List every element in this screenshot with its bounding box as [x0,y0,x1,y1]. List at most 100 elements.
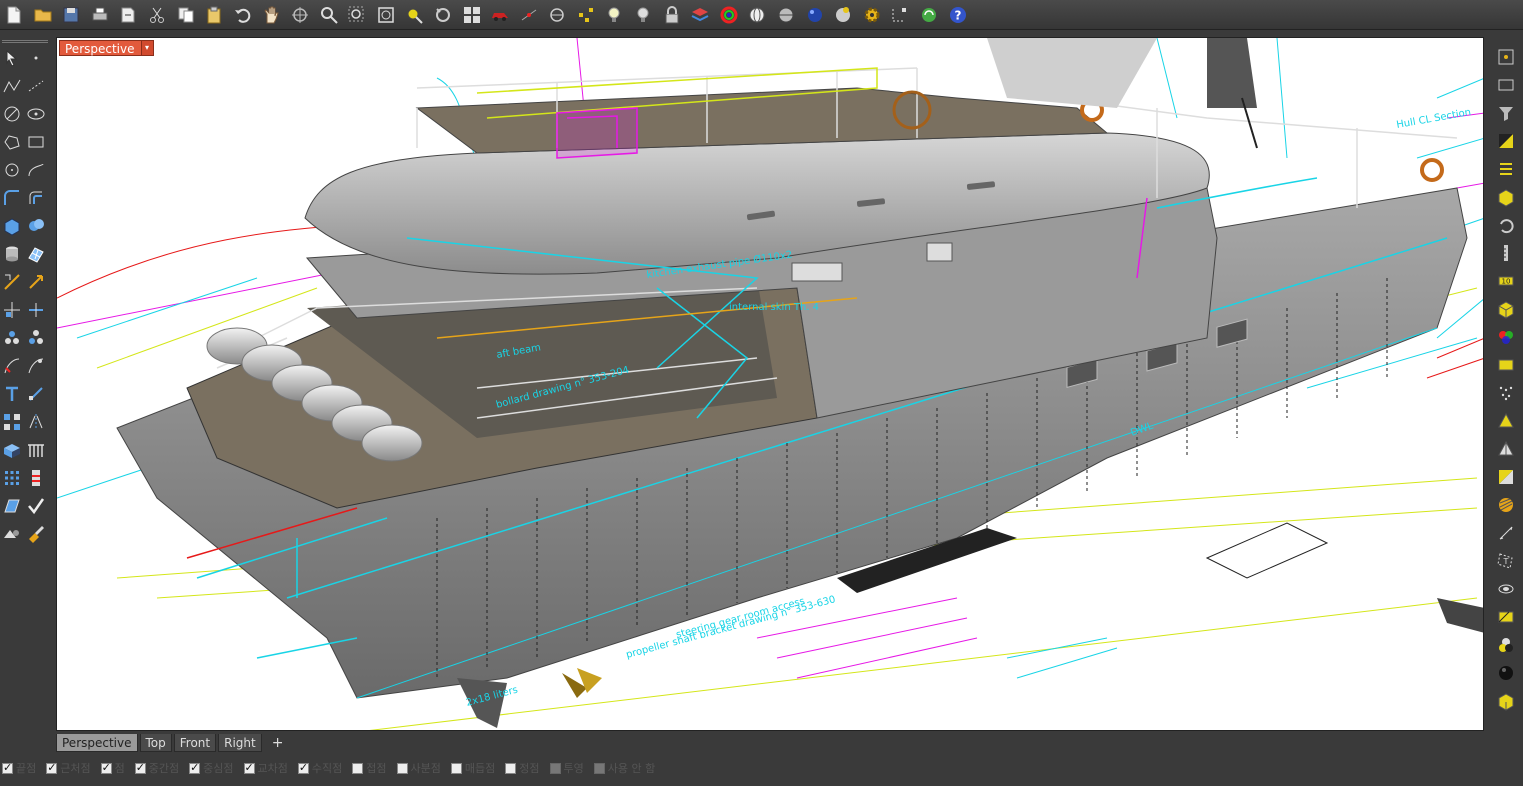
osnap-checkbox[interactable] [396,762,408,774]
osnap-checkbox[interactable] [134,761,146,774]
point-cloud-icon[interactable] [1493,380,1519,406]
select-arrow-icon[interactable] [0,46,24,70]
curve-icon[interactable] [24,158,48,182]
line-icon[interactable] [24,74,48,98]
zoom-extents-icon[interactable] [374,3,398,27]
pan-hand-icon[interactable] [259,3,283,27]
osnap-item[interactable]: 매듭점 [450,760,495,776]
circle-tool-icon[interactable] [0,102,24,126]
filter-icon[interactable] [1493,100,1519,126]
split-icon[interactable] [24,298,48,322]
curve-from-object-icon[interactable] [0,494,24,518]
help-icon[interactable]: ? [946,3,970,27]
osnap-checkbox[interactable] [2,761,13,774]
rectangle-icon[interactable] [24,130,48,154]
counter-icon[interactable]: 10 [1493,268,1519,294]
analyze-icon[interactable] [24,466,48,490]
cylinder-tool-icon[interactable] [1493,576,1519,602]
list-icon[interactable] [1493,156,1519,182]
polygon-icon[interactable] [0,130,24,154]
undo-view-icon[interactable] [431,3,455,27]
material-sphere-icon[interactable] [831,3,855,27]
perspective-viewport[interactable]: internal skin Th. 4 aft beam bollard dra… [56,37,1484,731]
car-icon[interactable] [488,3,512,27]
light-bulb-off-icon[interactable] [631,3,655,27]
mirror-icon[interactable] [24,410,48,434]
shading-icon[interactable] [1493,464,1519,490]
trim-icon[interactable] [0,354,24,378]
osnap-checkbox[interactable] [189,761,201,774]
paint-icon[interactable] [24,522,48,546]
zoom-icon[interactable] [317,3,341,27]
check-icon[interactable] [24,494,48,518]
new-file-icon[interactable] [2,3,26,27]
select-points-icon[interactable] [574,3,598,27]
osnap-item[interactable]: 사분점 [396,760,441,776]
osnap-item[interactable]: 중심점 [189,760,234,776]
text-tool-icon[interactable] [0,382,24,406]
ungroup-icon[interactable] [24,326,48,350]
extend-icon[interactable] [24,354,48,378]
osnap-checkbox[interactable] [505,762,517,774]
solid-union-icon[interactable] [24,214,48,238]
lock-icon[interactable] [660,3,684,27]
osnap-checkbox[interactable] [297,761,309,774]
propeller[interactable] [562,668,602,698]
transform-icon[interactable] [0,270,24,294]
tab-top[interactable]: Top [139,734,172,752]
solid-box-yellow-icon[interactable] [1493,296,1519,322]
save-icon[interactable] [59,3,83,27]
black-sphere-icon[interactable] [1493,660,1519,686]
import-icon[interactable] [116,3,140,27]
osnap-checkbox[interactable] [46,761,58,774]
osnap-checkbox[interactable] [352,762,364,774]
mesh-icon[interactable] [24,242,48,266]
viewport-menu-caret-icon[interactable]: ▾ [140,41,153,55]
array-icon[interactable] [0,410,24,434]
polyline-icon[interactable] [0,74,24,98]
box-solid-icon[interactable] [1493,184,1519,210]
dimension-tool-icon[interactable] [1493,520,1519,546]
options-gear-icon[interactable] [860,3,884,27]
pyramid-icon[interactable] [1493,408,1519,434]
viewport-title[interactable]: Perspective ▾ [59,40,154,56]
box-icon[interactable] [1493,688,1519,714]
undo-icon[interactable] [231,3,255,27]
move-icon[interactable] [0,298,24,322]
osnap-checkbox[interactable] [100,761,112,774]
tab-front[interactable]: Front [173,734,217,752]
osnap-item[interactable]: 점 [100,760,125,776]
rotate-view-icon[interactable] [288,3,312,27]
osnap-checkbox[interactable] [549,762,561,774]
cut-icon[interactable] [145,3,169,27]
wireframe-sphere-icon[interactable] [745,3,769,27]
undo-history-icon[interactable] [1493,212,1519,238]
rendered-sphere-icon[interactable] [803,3,827,27]
group-icon[interactable] [0,326,24,350]
arc-icon[interactable] [0,158,24,182]
ellipse-icon[interactable] [24,102,48,126]
osnap-item[interactable]: 끝점 [2,760,36,776]
color-wheel-icon[interactable] [717,3,741,27]
tab-perspective[interactable]: Perspective [56,734,138,752]
osnap-checkbox[interactable] [593,762,605,774]
dimension-icon[interactable] [888,3,912,27]
tab-right[interactable]: Right [218,734,262,752]
cone-split-icon[interactable] [1493,436,1519,462]
layer-panel-icon[interactable] [1493,72,1519,98]
model-scene[interactable]: internal skin Th. 4 aft beam bollard dra… [57,38,1484,731]
color-rgb-icon[interactable] [1493,324,1519,350]
toolbar-grip[interactable] [2,40,48,43]
pillars-icon[interactable] [24,438,48,462]
fragment-object[interactable] [1437,598,1484,633]
osnap-item[interactable]: 접점 [352,760,387,776]
blocks-icon[interactable] [0,438,24,462]
point-icon[interactable] [517,3,541,27]
osnap-checkbox[interactable] [450,762,462,774]
scale-arrow-icon[interactable] [24,270,48,294]
fillet-icon[interactable] [0,186,24,210]
zoom-window-icon[interactable] [345,3,369,27]
measure-icon[interactable] [1493,240,1519,266]
osnap-item[interactable]: 중간점 [134,760,179,776]
print-icon[interactable] [88,3,112,27]
